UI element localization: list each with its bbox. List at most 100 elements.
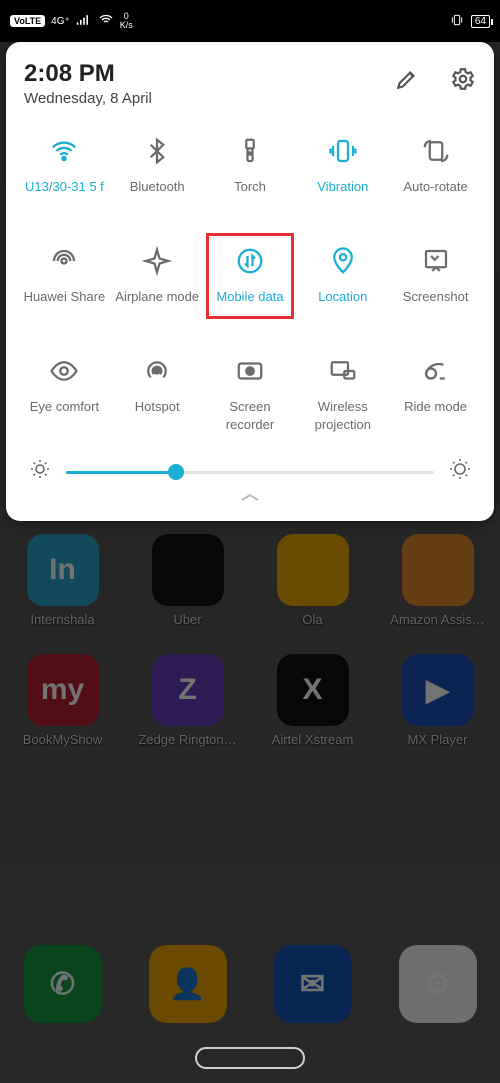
- bluetooth-icon: [141, 135, 173, 167]
- tile-label: Huawei Share: [24, 289, 106, 305]
- app-dock[interactable]: ✉: [258, 945, 368, 1023]
- recorder-icon: [234, 355, 266, 387]
- app-icon: ✉: [274, 945, 352, 1023]
- tile-label: U13/30-31 5 f: [25, 179, 104, 195]
- app-icon: ⚙: [399, 945, 477, 1023]
- app-icon: [277, 534, 349, 606]
- tile-label: Wireless: [318, 399, 368, 415]
- tile-recorder[interactable]: Screen recorder: [204, 341, 297, 451]
- datetime-block: 2:08 PM Wednesday, 8 April: [24, 60, 152, 107]
- app-icon: In: [27, 534, 99, 606]
- settings-gear-icon[interactable]: [450, 66, 476, 97]
- app-label: Amazon Assis…: [390, 612, 485, 627]
- panel-header: 2:08 PM Wednesday, 8 April: [18, 60, 482, 107]
- tile-hotspot[interactable]: Hotspot: [111, 341, 204, 451]
- tile-label: Vibration: [317, 179, 368, 195]
- tile-share[interactable]: Huawei Share: [18, 231, 111, 341]
- tile-label: Hotspot: [135, 399, 180, 415]
- status-bar: VoLTE 4G⁺ 0 K/s 64: [0, 0, 500, 42]
- network-label: 4G⁺: [51, 16, 70, 27]
- edit-icon[interactable]: [394, 66, 420, 97]
- airplane-icon: [141, 245, 173, 277]
- tile-label: Bluetooth: [130, 179, 185, 195]
- app-icon: 👤: [149, 945, 227, 1023]
- brightness-low-icon: [28, 457, 52, 486]
- status-left: VoLTE 4G⁺ 0 K/s: [10, 12, 133, 31]
- app-icon: [152, 534, 224, 606]
- app-dock[interactable]: ⚙: [383, 945, 493, 1023]
- nav-pill[interactable]: [195, 1047, 305, 1069]
- app-Uber[interactable]: Uber: [133, 534, 243, 627]
- app-Airtel Xstream[interactable]: X Airtel Xstream: [258, 654, 368, 747]
- app-dock[interactable]: ✆: [8, 945, 118, 1023]
- brightness-high-icon: [448, 457, 472, 486]
- brightness-slider[interactable]: [66, 462, 434, 482]
- tile-label2: projection: [315, 417, 371, 432]
- tile-eye[interactable]: Eye comfort: [18, 341, 111, 451]
- app-icon: my: [27, 654, 99, 726]
- app-icon: [402, 534, 474, 606]
- app-Ola[interactable]: Ola: [258, 534, 368, 627]
- tile-label: Location: [318, 289, 367, 305]
- vibrate-status-icon: [449, 12, 465, 31]
- speed-unit: K/s: [120, 21, 133, 30]
- brightness-slider-row: [18, 451, 482, 488]
- tile-projection[interactable]: Wireless projection: [296, 341, 389, 451]
- wifi-icon: [48, 135, 80, 167]
- tile-label: Auto-rotate: [403, 179, 467, 195]
- tile-location[interactable]: Location: [296, 231, 389, 341]
- share-icon: [48, 245, 80, 277]
- tile-ride[interactable]: Ride mode: [389, 341, 482, 451]
- battery-indicator: 64: [471, 15, 490, 28]
- wifi-status-icon: [98, 12, 114, 31]
- app-icon: ▶: [402, 654, 474, 726]
- app-label: Ola: [302, 612, 322, 627]
- app-Amazon Assis…[interactable]: Amazon Assis…: [383, 534, 493, 627]
- tile-rotate[interactable]: Auto-rotate: [389, 121, 482, 231]
- screenshot-icon: [420, 245, 452, 277]
- mobiledata-icon: [234, 245, 266, 277]
- app-label: Airtel Xstream: [272, 732, 354, 747]
- app-icon: ✆: [24, 945, 102, 1023]
- tile-label: Screen: [229, 399, 270, 415]
- tile-label: Airplane mode: [115, 289, 199, 305]
- location-icon: [327, 245, 359, 277]
- app-BookMyShow[interactable]: my BookMyShow: [8, 654, 118, 747]
- tile-vibration[interactable]: Vibration: [296, 121, 389, 231]
- tile-screenshot[interactable]: Screenshot: [389, 231, 482, 341]
- tile-label: Ride mode: [404, 399, 467, 415]
- app-MX Player[interactable]: ▶ MX Player: [383, 654, 493, 747]
- app-Zedge Rington…[interactable]: Z Zedge Rington…: [133, 654, 243, 747]
- tile-bluetooth[interactable]: Bluetooth: [111, 121, 204, 231]
- time-label: 2:08 PM: [24, 60, 152, 88]
- tile-mobiledata[interactable]: Mobile data: [204, 231, 297, 341]
- hotspot-icon: [141, 355, 173, 387]
- app-icon: Z: [152, 654, 224, 726]
- torch-icon: [234, 135, 266, 167]
- app-label: MX Player: [408, 732, 468, 747]
- app-label: Uber: [173, 612, 201, 627]
- app-icon: X: [277, 654, 349, 726]
- projection-icon: [327, 355, 359, 387]
- date-label: Wednesday, 8 April: [24, 90, 152, 107]
- tile-label2: recorder: [226, 417, 274, 432]
- status-right: 64: [449, 12, 490, 31]
- quick-settings-panel: 2:08 PM Wednesday, 8 April U13/30-31 5 f…: [6, 42, 494, 521]
- tile-label: Screenshot: [403, 289, 469, 305]
- signal-bars-icon: [76, 14, 92, 29]
- tile-airplane[interactable]: Airplane mode: [111, 231, 204, 341]
- app-label: Zedge Rington…: [138, 732, 236, 747]
- panel-collapse-handle[interactable]: [18, 488, 482, 513]
- app-dock[interactable]: 👤: [133, 945, 243, 1023]
- app-label: BookMyShow: [23, 732, 102, 747]
- tile-label: Mobile data: [216, 289, 283, 305]
- app-Internshala[interactable]: In Internshala: [8, 534, 118, 627]
- volte-badge: VoLTE: [10, 15, 45, 27]
- tile-torch[interactable]: Torch: [204, 121, 297, 231]
- tile-wifi[interactable]: U13/30-31 5 f: [18, 121, 111, 231]
- app-label: Internshala: [30, 612, 94, 627]
- vibration-icon: [327, 135, 359, 167]
- tile-label: Eye comfort: [30, 399, 99, 415]
- tile-label: Torch: [234, 179, 266, 195]
- data-speed: 0 K/s: [120, 12, 133, 30]
